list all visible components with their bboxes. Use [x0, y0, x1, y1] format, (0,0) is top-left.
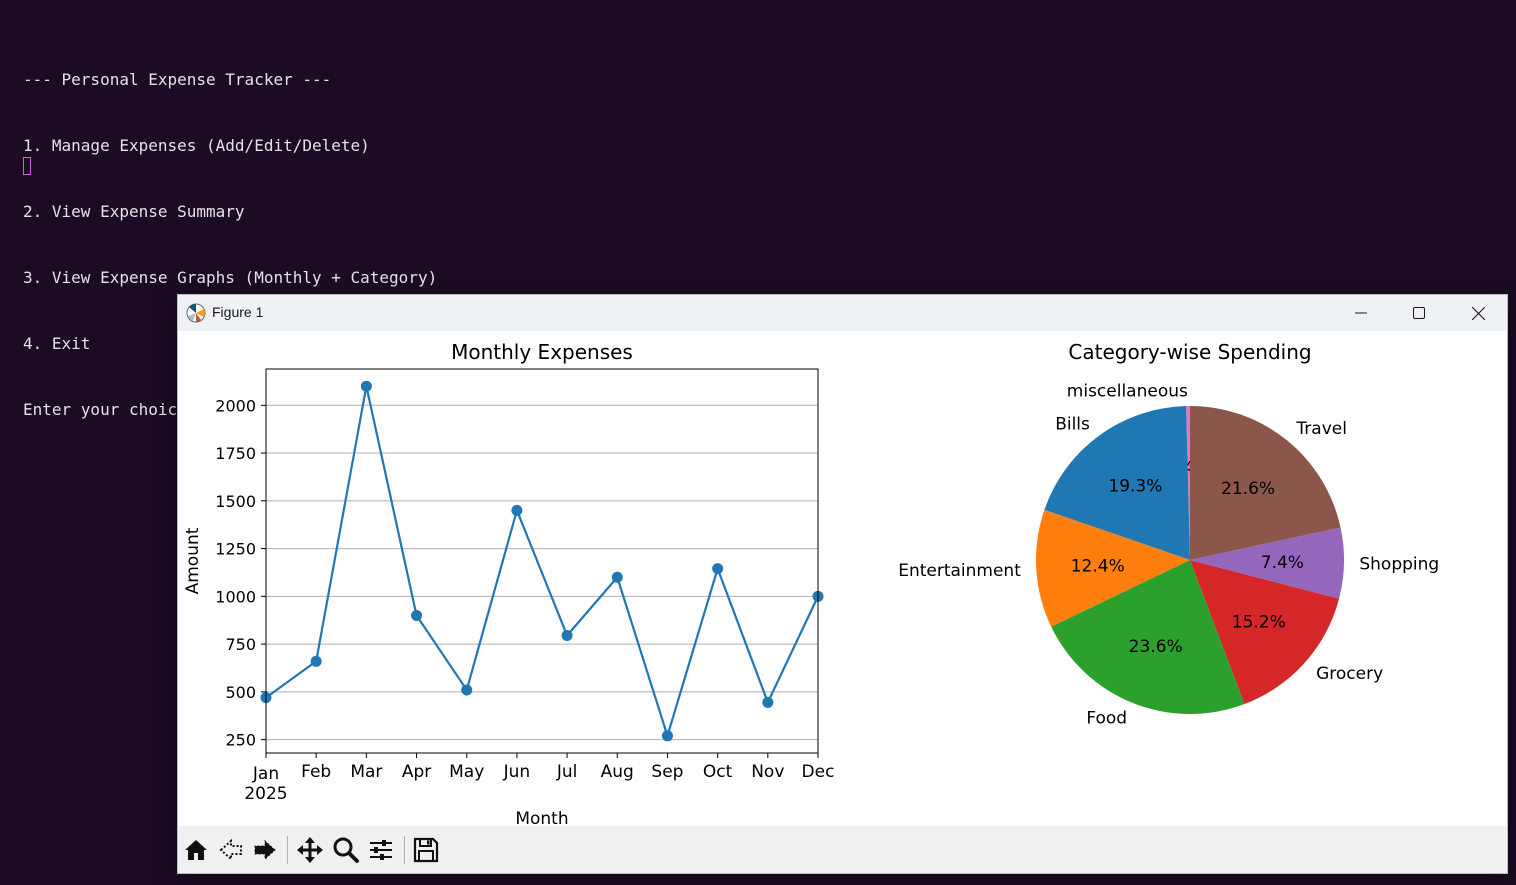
- figure-window[interactable]: Figure 1 Monthly Expenses 250 500 750 1000 1…: [177, 294, 1508, 874]
- line-chart-yticks: 250 500 750 1000 1250 1500 1750 2000: [215, 396, 266, 750]
- x-tick-label: Apr: [402, 762, 431, 782]
- pie-pct-label: 7.4%: [1261, 553, 1304, 573]
- save-icon: [413, 837, 439, 863]
- close-icon: [1471, 306, 1485, 320]
- configure-subplots-button[interactable]: [365, 834, 397, 866]
- pie-label: Travel: [1295, 419, 1347, 439]
- y-tick-label: 2000: [215, 396, 256, 415]
- maximize-icon: [1413, 307, 1425, 319]
- series-line: [265, 385, 819, 740]
- x-tick-label: Mar: [350, 762, 382, 782]
- pie-label: Entertainment: [898, 561, 1021, 581]
- x-tick-label: Dec: [802, 762, 835, 782]
- zoom-icon: [333, 837, 359, 863]
- zoom-button[interactable]: [330, 834, 362, 866]
- x-tick-label: Jul: [556, 762, 578, 782]
- pie-label: Food: [1086, 708, 1127, 728]
- data-point: [611, 571, 623, 583]
- terminal-line: --- Personal Expense Tracker ---: [23, 70, 332, 89]
- back-button[interactable]: [215, 834, 247, 866]
- pie-label: Shopping: [1359, 554, 1439, 574]
- maximize-button[interactable]: [1390, 295, 1448, 331]
- figure-canvas[interactable]: Monthly Expenses 250 500 750 1000 1250 1500 17…: [178, 331, 1507, 829]
- y-tick-label: 1750: [215, 444, 256, 463]
- line-chart-xlabel: Month: [515, 809, 568, 826]
- terminal-cursor[interactable]: [23, 157, 31, 175]
- line-chart-ylabel: Amount: [183, 527, 203, 594]
- home-button[interactable]: [180, 834, 212, 866]
- pan-button[interactable]: [294, 834, 326, 866]
- forward-icon: [254, 839, 276, 861]
- pie-pct-label: 12.4%: [1071, 556, 1125, 576]
- data-point: [310, 655, 322, 667]
- line-chart-axes-frame: [265, 368, 819, 754]
- terminal-line: 2. View Expense Summary: [23, 202, 245, 221]
- y-tick-label: 500: [225, 683, 256, 702]
- pie-label: Grocery: [1316, 664, 1383, 684]
- configure-subplots-icon: [370, 840, 392, 860]
- data-point: [411, 609, 423, 621]
- data-point: [461, 684, 473, 696]
- x-tick-label: Jun: [503, 762, 531, 782]
- forward-button[interactable]: [249, 834, 281, 866]
- line-chart-series: [260, 380, 824, 742]
- x-tick-label: Aug: [601, 762, 634, 782]
- x-tick-label: Jan: [252, 764, 279, 784]
- pie-pct-label: 23.6%: [1129, 637, 1183, 657]
- save-button[interactable]: [410, 834, 442, 866]
- y-tick-label: 750: [225, 635, 256, 654]
- pie-pct-label: 21.6%: [1221, 479, 1275, 499]
- title-bar[interactable]: Figure 1: [178, 295, 1507, 331]
- y-tick-label: 1250: [215, 540, 256, 559]
- x-tick-label: Feb: [301, 762, 331, 782]
- y-tick-label: 1500: [215, 492, 256, 511]
- y-tick-label: 1000: [215, 587, 256, 606]
- data-point: [561, 630, 573, 642]
- line-chart-title: Monthly Expenses: [451, 340, 633, 364]
- close-button[interactable]: [1449, 295, 1507, 331]
- pie-pct-label: 15.2%: [1232, 613, 1286, 633]
- x-tick-label: Sep: [651, 762, 683, 782]
- minimize-icon: [1355, 312, 1367, 314]
- terminal-line: 3. View Expense Graphs (Monthly + Catego…: [23, 268, 438, 287]
- pie-label: miscellaneous: [1067, 382, 1188, 402]
- x-tick-label: Nov: [751, 762, 784, 782]
- back-icon: [219, 838, 242, 862]
- toolbar-separator: [404, 836, 405, 864]
- window-title: Figure 1: [212, 304, 264, 320]
- toolbar-separator: [287, 836, 288, 864]
- x-tick-label: May: [449, 762, 484, 782]
- matplotlib-logo-icon: [186, 303, 206, 323]
- y-tick-label: 250: [225, 731, 256, 750]
- pie-pct-label: 19.3%: [1108, 476, 1162, 496]
- line-chart-xticks: Jan Feb Mar Apr May Jun Jul Aug Sep Oct Nov Dec: [252, 753, 835, 784]
- data-point: [712, 563, 724, 575]
- pie-chart: miscellaneous0.4%Bills19.3%Entertainment…: [898, 382, 1439, 729]
- pie-label: Bills: [1055, 414, 1090, 434]
- x-tick-label: Oct: [703, 762, 733, 782]
- pie-chart-title: Category-wise Spending: [1068, 340, 1311, 364]
- minimize-button[interactable]: [1332, 295, 1390, 331]
- line-chart-x-year-label: 2025: [244, 784, 287, 804]
- figure-svg: Monthly Expenses 250 500 750 1000 1250 1500 17…: [183, 340, 1439, 829]
- data-point: [661, 730, 673, 742]
- navigation-toolbar: [178, 826, 1507, 873]
- pan-icon: [297, 837, 323, 863]
- data-point: [511, 504, 523, 516]
- data-point: [762, 696, 774, 708]
- home-icon: [185, 840, 207, 860]
- terminal-line: 1. Manage Expenses (Add/Edit/Delete): [23, 136, 370, 155]
- data-point: [360, 380, 372, 392]
